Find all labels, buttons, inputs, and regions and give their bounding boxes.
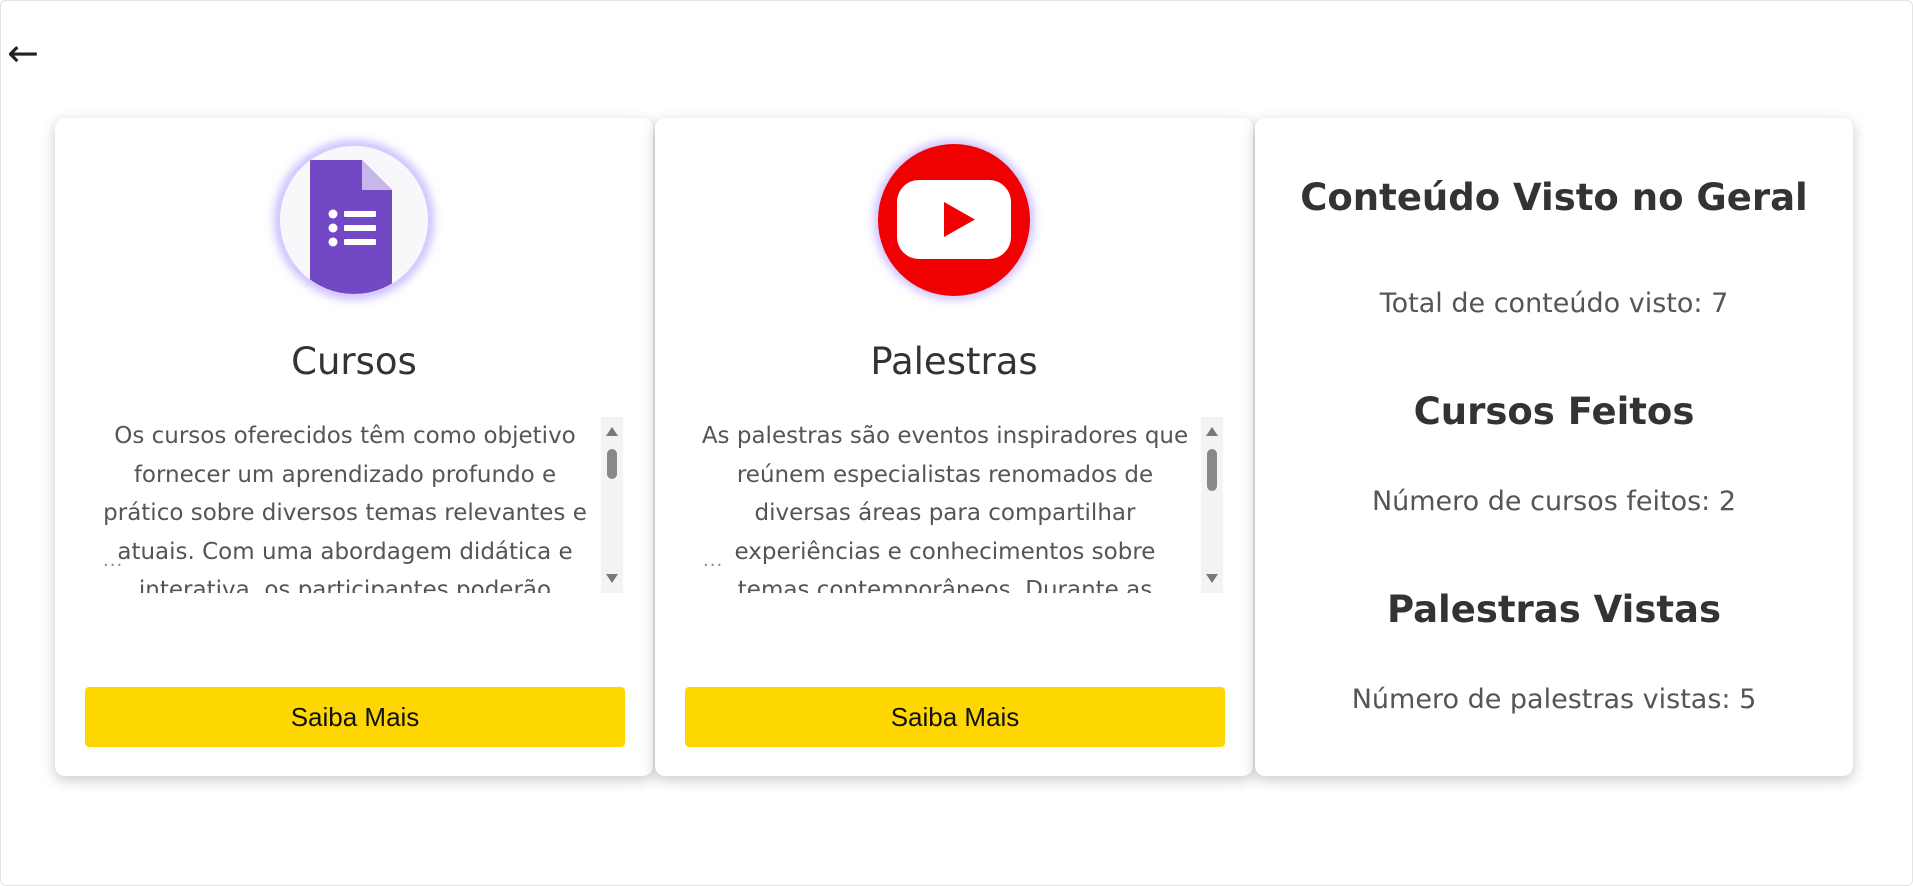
content-cards: Cursos Os cursos oferecidos têm como obj…	[55, 118, 1853, 776]
description-scroll-area[interactable]: Os cursos oferecidos têm como objetivo f…	[99, 417, 611, 593]
page-frame: ← Cursos Os cursos oferecidos têm como o…	[0, 0, 1913, 886]
scrollbar[interactable]	[601, 417, 623, 593]
scroll-up-arrow-icon[interactable]	[1206, 427, 1218, 436]
card-title: Cursos	[291, 340, 417, 383]
scroll-down-arrow-icon[interactable]	[1206, 574, 1218, 583]
scrollbar[interactable]	[1201, 417, 1223, 593]
card-description: As palestras são eventos inspiradores qu…	[701, 423, 1189, 593]
card-stats: Conteúdo Visto no Geral Total de conteúd…	[1255, 118, 1853, 776]
description-scroll-area[interactable]: As palestras são eventos inspiradores qu…	[699, 417, 1211, 593]
card-cursos: Cursos Os cursos oferecidos têm como obj…	[55, 118, 653, 776]
card-title: Palestras	[870, 340, 1038, 383]
courses-count-text: Número de cursos feitos: 2	[1371, 486, 1737, 517]
ellipsis-indicator: ...	[103, 550, 124, 571]
scroll-thumb[interactable]	[1207, 449, 1217, 491]
courses-heading: Cursos Feitos	[1413, 390, 1695, 433]
ellipsis-indicator: ...	[703, 550, 724, 571]
saiba-mais-button[interactable]: Saiba Mais	[685, 687, 1225, 747]
talks-heading: Palestras Vistas	[1386, 588, 1722, 631]
back-arrow-icon[interactable]: ←	[7, 33, 39, 73]
card-palestras: Palestras As palestras são eventos inspi…	[655, 118, 1253, 776]
scroll-thumb[interactable]	[607, 449, 617, 479]
scroll-down-arrow-icon[interactable]	[606, 574, 618, 583]
saiba-mais-button[interactable]: Saiba Mais	[85, 687, 625, 747]
overall-total-text: Total de conteúdo visto: 7	[1379, 288, 1729, 319]
scroll-up-arrow-icon[interactable]	[606, 427, 618, 436]
card-description: Os cursos oferecidos têm como objetivo f…	[103, 423, 587, 593]
overall-heading: Conteúdo Visto no Geral	[1300, 176, 1808, 219]
youtube-icon	[878, 144, 1030, 296]
google-forms-icon	[278, 144, 430, 296]
talks-count-text: Número de palestras vistas: 5	[1351, 684, 1757, 715]
